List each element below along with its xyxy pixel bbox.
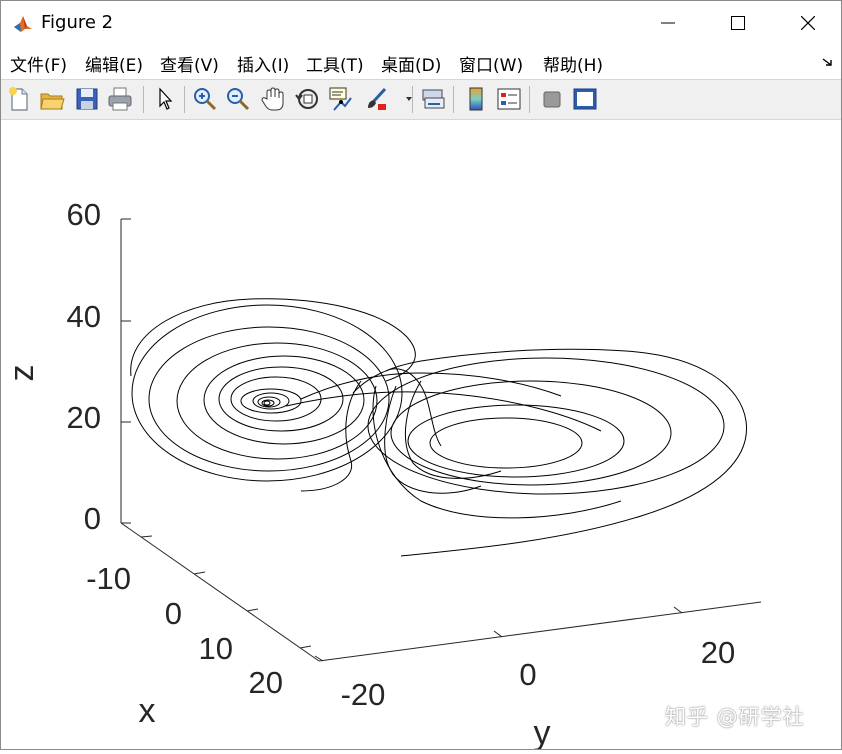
zoom-in-button[interactable]: [191, 85, 219, 113]
zoom-out-icon: [224, 85, 252, 113]
dock-arrow-icon[interactable]: [822, 56, 834, 68]
maximize-icon: [731, 16, 745, 30]
z-tick-label: 60: [67, 197, 101, 232]
menu-bar: 文件(F) 编辑(E) 查看(V) 插入(I) 工具(T) 桌面(D) 窗口(W…: [1, 47, 841, 77]
show-plot-tools-icon: [571, 85, 599, 113]
window-title: Figure 2: [41, 12, 113, 33]
menu-edit[interactable]: 编辑(E): [85, 51, 143, 76]
link-plot-icon: [419, 85, 447, 113]
toolbar-separator: [143, 86, 144, 113]
brush-dropdown[interactable]: [395, 85, 407, 113]
zoom-out-button[interactable]: [224, 85, 252, 113]
x-tick-label: 0: [165, 596, 182, 631]
plot-area[interactable]: 60 40 20 0 -10 0 10 20 -20 0 20 x y z: [1, 119, 841, 749]
hide-plot-tools-button[interactable]: [538, 85, 566, 113]
brush-button[interactable]: [363, 85, 391, 113]
minimize-button[interactable]: [633, 1, 703, 45]
figure-toolbar: [1, 79, 841, 120]
legend-button[interactable]: [495, 85, 523, 113]
menu-insert[interactable]: 插入(I): [237, 51, 289, 76]
x-tick-label: 10: [199, 631, 233, 666]
open-file-button[interactable]: [38, 85, 66, 113]
menu-file[interactable]: 文件(F): [10, 51, 67, 76]
watermark: 知乎 @研学社: [665, 701, 805, 731]
colorbar-button[interactable]: [462, 85, 490, 113]
new-figure-icon: [5, 85, 33, 113]
z-tick-label: 40: [67, 299, 101, 334]
title-bar[interactable]: Figure 2: [1, 1, 841, 45]
x-tick-label: 20: [249, 665, 283, 700]
new-figure-button[interactable]: [5, 85, 33, 113]
pan-hand-icon: [259, 85, 287, 113]
y-ticks: [315, 607, 682, 661]
data-cursor-button[interactable]: [327, 85, 355, 113]
x-tick-label: -10: [86, 561, 131, 596]
print-button[interactable]: [106, 85, 134, 113]
toolbar-separator: [184, 86, 185, 113]
maximize-button[interactable]: [703, 1, 773, 45]
y-axis-title: y: [534, 714, 551, 749]
menu-view[interactable]: 查看(V): [160, 51, 219, 76]
y-axis-line: [319, 602, 761, 661]
z-ticks: [121, 219, 131, 523]
menu-help[interactable]: 帮助(H): [543, 51, 603, 76]
select-arrow-icon: [151, 85, 179, 113]
minimize-icon: [661, 16, 675, 30]
close-icon: [801, 16, 815, 30]
zoom-in-icon: [191, 85, 219, 113]
legend-icon: [495, 85, 523, 113]
link-plot-button[interactable]: [419, 85, 447, 113]
print-icon: [106, 85, 134, 113]
z-tick-label: 20: [67, 400, 101, 435]
y-tick-label: 20: [701, 635, 735, 670]
colorbar-icon: [462, 85, 490, 113]
edit-plot-button[interactable]: [151, 85, 179, 113]
menu-desktop[interactable]: 桌面(D): [381, 51, 441, 76]
menu-tools[interactable]: 工具(T): [306, 51, 364, 76]
data-cursor-icon: [327, 85, 355, 113]
rotate-3d-button[interactable]: [294, 85, 322, 113]
save-icon: [73, 85, 101, 113]
rotate-3d-icon: [294, 85, 322, 113]
figure-window: Figure 2 文件(F) 编辑(E) 查看(V) 插入(I) 工具(T) 桌…: [0, 0, 842, 750]
toolbar-separator: [412, 86, 413, 113]
matlab-logo-icon: [12, 12, 34, 34]
hide-plot-tools-icon: [538, 85, 566, 113]
open-file-icon: [38, 85, 66, 113]
toolbar-separator: [453, 86, 454, 113]
pan-button[interactable]: [259, 85, 287, 113]
menu-window[interactable]: 窗口(W): [459, 51, 523, 76]
close-button[interactable]: [773, 1, 842, 45]
z-axis-title: z: [3, 365, 41, 382]
x-axis-title: x: [139, 692, 156, 730]
y-tick-label: 0: [519, 657, 536, 692]
axes-3d[interactable]: 60 40 20 0 -10 0 10 20 -20 0 20 x y z: [1, 119, 841, 749]
y-tick-label: -20: [341, 677, 386, 712]
z-tick-label: 0: [84, 501, 101, 536]
show-plot-tools-button[interactable]: [571, 85, 599, 113]
save-button[interactable]: [73, 85, 101, 113]
toolbar-separator: [529, 86, 530, 113]
lorenz-trajectory: [131, 299, 747, 556]
brush-icon: [363, 85, 391, 113]
